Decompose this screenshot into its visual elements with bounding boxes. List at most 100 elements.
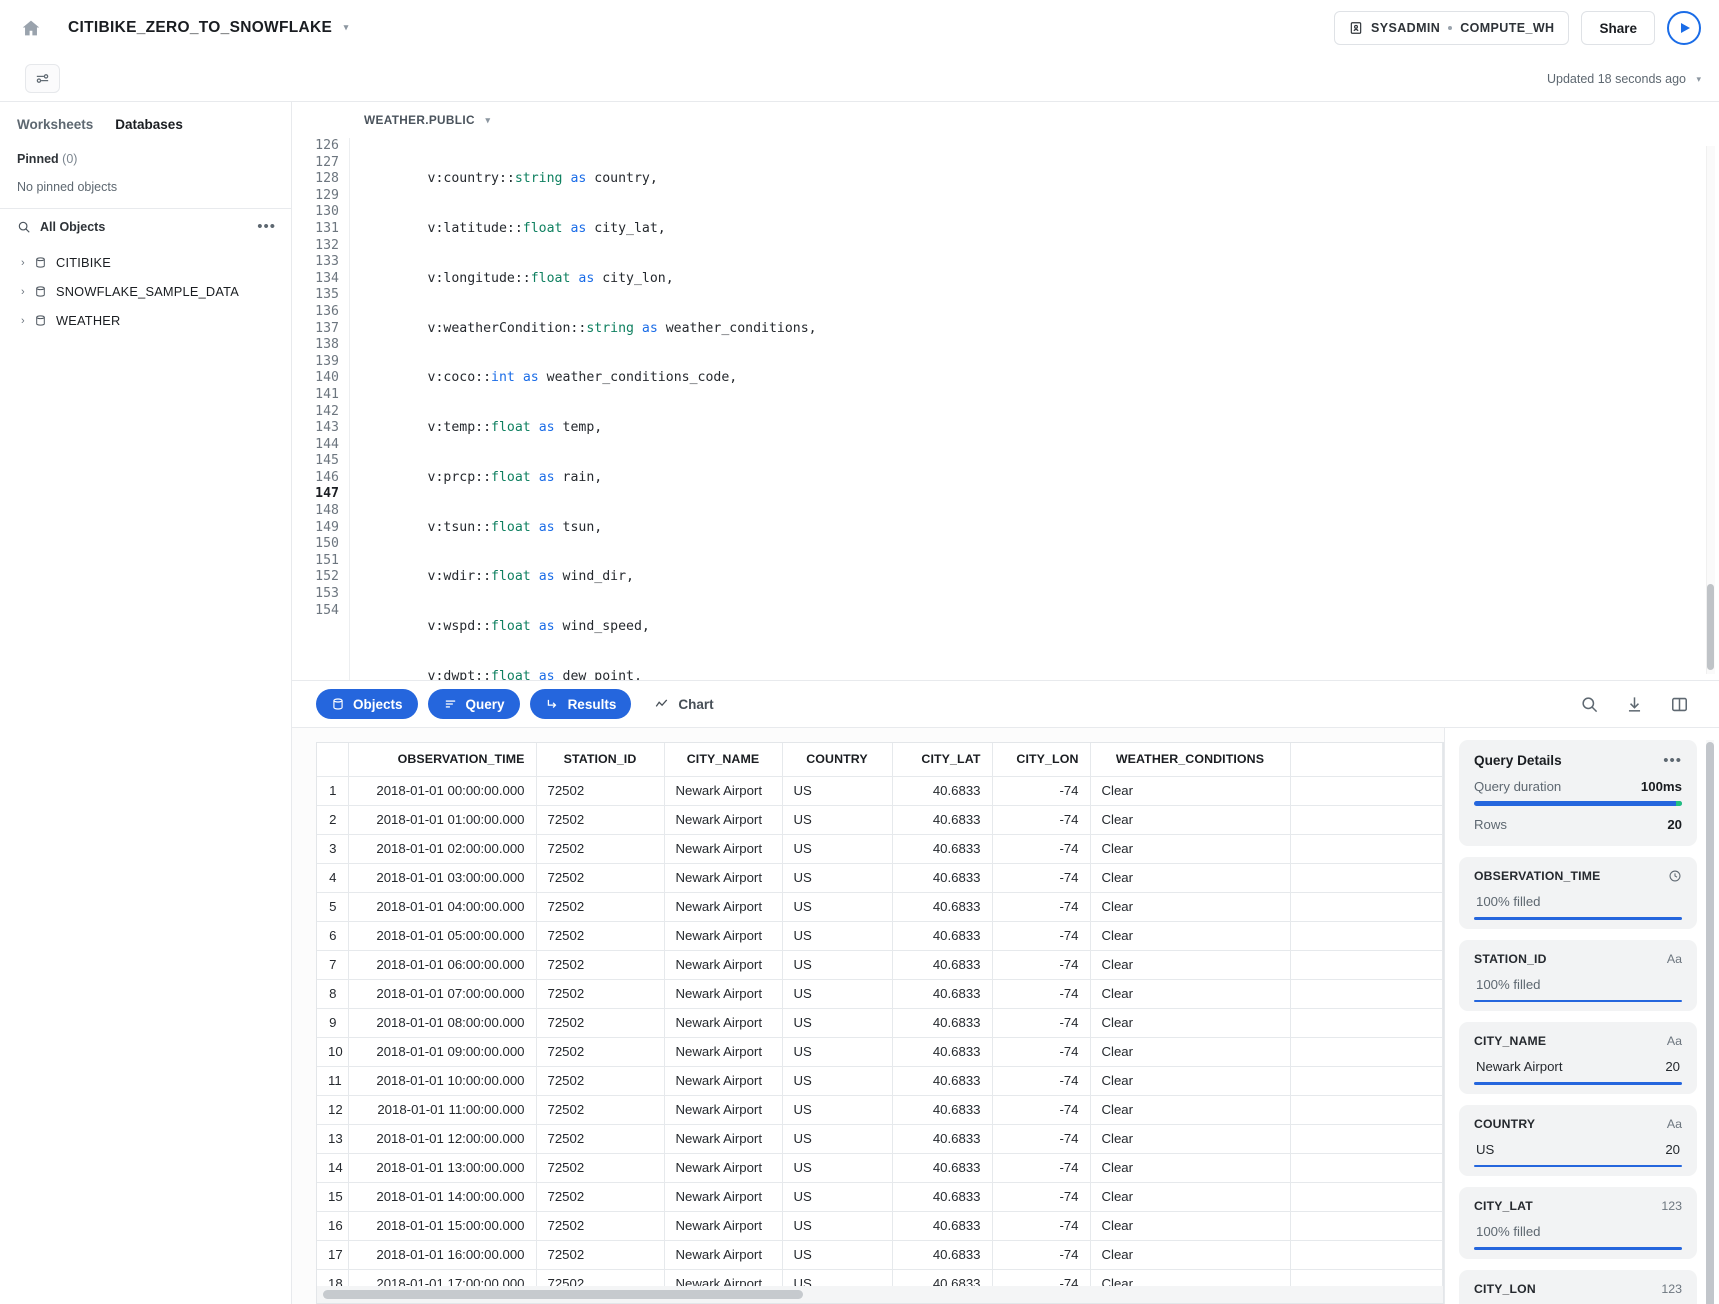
cell-weather-conditions[interactable]: Clear bbox=[1090, 950, 1291, 980]
cell-spacer[interactable] bbox=[1290, 950, 1443, 980]
cell-observation-time[interactable]: 2018-01-01 10:00:00.000 bbox=[348, 1066, 537, 1096]
cell-station-id[interactable]: 72502 bbox=[536, 1095, 665, 1125]
cell-spacer[interactable] bbox=[1290, 892, 1443, 922]
cell-observation-time[interactable]: 2018-01-01 00:00:00.000 bbox=[348, 776, 537, 806]
column-header-city-lon[interactable]: CITY_LON bbox=[992, 743, 1091, 777]
column-header-city-lat[interactable]: CITY_LAT bbox=[892, 743, 993, 777]
cell-idx[interactable]: 2 bbox=[317, 805, 349, 835]
cell-spacer[interactable] bbox=[1290, 1153, 1443, 1183]
cell-city-name[interactable]: Newark Airport bbox=[664, 1037, 783, 1067]
cell-weather-conditions[interactable]: Clear bbox=[1090, 1095, 1291, 1125]
cell-station-id[interactable]: 72502 bbox=[536, 1240, 665, 1270]
ellipsis-icon[interactable]: ••• bbox=[257, 219, 276, 234]
column-header-country[interactable]: COUNTRY bbox=[782, 743, 893, 777]
cell-weather-conditions[interactable]: Clear bbox=[1090, 1182, 1291, 1212]
table-row[interactable]: 10 2018-01-01 09:00:00.000 72502 Newark Air… bbox=[317, 1037, 1443, 1067]
panel-toggle-button[interactable] bbox=[25, 64, 60, 93]
cell-city-lat[interactable]: 40.6833 bbox=[892, 979, 993, 1009]
cell-city-name[interactable]: Newark Airport bbox=[664, 805, 783, 835]
cell-weather-conditions[interactable]: Clear bbox=[1090, 863, 1291, 893]
cell-weather-conditions[interactable]: Clear bbox=[1090, 979, 1291, 1009]
sidebar-item-citibike[interactable]: › CITIBIKE bbox=[0, 248, 291, 277]
cell-country[interactable]: US bbox=[782, 776, 893, 806]
editor-vertical-scrollbar[interactable] bbox=[1706, 146, 1715, 674]
cell-observation-time[interactable]: 2018-01-01 06:00:00.000 bbox=[348, 950, 537, 980]
table-row[interactable]: 9 2018-01-01 08:00:00.000 72502 Newark Airp… bbox=[317, 1008, 1443, 1038]
cell-station-id[interactable]: 72502 bbox=[536, 979, 665, 1009]
cell-weather-conditions[interactable]: Clear bbox=[1090, 1269, 1291, 1286]
sidebar-item-snowflake-sample-data[interactable]: › SNOWFLAKE_SAMPLE_DATA bbox=[0, 277, 291, 306]
context-selector[interactable]: SYSADMIN COMPUTE_WH bbox=[1334, 11, 1570, 45]
code-area[interactable]: 126 127 128 129 130 131 132 133 134 135 136 137 138 1… bbox=[292, 138, 1719, 680]
column-stat-card[interactable]: COUNTRY Aa US 20 bbox=[1459, 1104, 1697, 1176]
code-content[interactable]: v:country::string as country, v:latitude… bbox=[350, 138, 1719, 680]
cell-city-lon[interactable]: -74 bbox=[992, 1037, 1091, 1067]
cell-station-id[interactable]: 72502 bbox=[536, 892, 665, 922]
cell-idx[interactable]: 8 bbox=[317, 979, 349, 1009]
cell-city-name[interactable]: Newark Airport bbox=[664, 1182, 783, 1212]
tab-results[interactable]: Results bbox=[529, 689, 632, 719]
cell-spacer[interactable] bbox=[1290, 979, 1443, 1009]
schema-selector[interactable]: WEATHER.PUBLIC ▾ bbox=[364, 113, 490, 127]
cell-city-lat[interactable]: 40.6833 bbox=[892, 863, 993, 893]
cell-country[interactable]: US bbox=[782, 950, 893, 980]
cell-city-lat[interactable]: 40.6833 bbox=[892, 1182, 993, 1212]
table-row[interactable]: 14 2018-01-01 13:00:00.000 72502 Newark Air… bbox=[317, 1153, 1443, 1183]
split-pane-icon[interactable] bbox=[1670, 695, 1689, 714]
cell-city-lat[interactable]: 40.6833 bbox=[892, 1240, 993, 1270]
cell-city-lon[interactable]: -74 bbox=[992, 950, 1091, 980]
cell-spacer[interactable] bbox=[1290, 1211, 1443, 1241]
cell-idx[interactable]: 3 bbox=[317, 834, 349, 864]
cell-weather-conditions[interactable]: Clear bbox=[1090, 1240, 1291, 1270]
cell-idx[interactable]: 10 bbox=[317, 1037, 349, 1067]
cell-city-name[interactable]: Newark Airport bbox=[664, 921, 783, 951]
cell-city-name[interactable]: Newark Airport bbox=[664, 1269, 783, 1286]
cell-city-lon[interactable]: -74 bbox=[992, 863, 1091, 893]
cell-idx[interactable]: 14 bbox=[317, 1153, 349, 1183]
chevron-right-icon[interactable]: › bbox=[21, 286, 34, 298]
cell-observation-time[interactable]: 2018-01-01 17:00:00.000 bbox=[348, 1269, 537, 1286]
table-row[interactable]: 3 2018-01-01 02:00:00.000 72502 Newark Airp… bbox=[317, 834, 1443, 864]
cell-city-lat[interactable]: 40.6833 bbox=[892, 805, 993, 835]
cell-city-lon[interactable]: -74 bbox=[992, 1066, 1091, 1096]
cell-spacer[interactable] bbox=[1290, 1124, 1443, 1154]
cell-city-lon[interactable]: -74 bbox=[992, 1124, 1091, 1154]
cell-station-id[interactable]: 72502 bbox=[536, 950, 665, 980]
cell-spacer[interactable] bbox=[1290, 776, 1443, 806]
cell-observation-time[interactable]: 2018-01-01 16:00:00.000 bbox=[348, 1240, 537, 1270]
cell-observation-time[interactable]: 2018-01-01 05:00:00.000 bbox=[348, 921, 537, 951]
download-icon[interactable] bbox=[1625, 695, 1644, 714]
scrollbar-thumb[interactable] bbox=[1707, 584, 1714, 670]
cell-city-lat[interactable]: 40.6833 bbox=[892, 950, 993, 980]
search-icon[interactable] bbox=[17, 220, 31, 234]
cell-station-id[interactable]: 72502 bbox=[536, 805, 665, 835]
cell-city-name[interactable]: Newark Airport bbox=[664, 1095, 783, 1125]
cell-city-lat[interactable]: 40.6833 bbox=[892, 1153, 993, 1183]
cell-idx[interactable]: 7 bbox=[317, 950, 349, 980]
cell-idx[interactable]: 16 bbox=[317, 1211, 349, 1241]
column-header-weather-conditions[interactable]: WEATHER_CONDITIONS bbox=[1090, 743, 1291, 777]
table-row[interactable]: 16 2018-01-01 15:00:00.000 72502 Newark Air… bbox=[317, 1211, 1443, 1241]
cell-country[interactable]: US bbox=[782, 921, 893, 951]
cell-station-id[interactable]: 72502 bbox=[536, 1008, 665, 1038]
cell-weather-conditions[interactable]: Clear bbox=[1090, 1066, 1291, 1096]
cell-country[interactable]: US bbox=[782, 1153, 893, 1183]
cell-idx[interactable]: 18 bbox=[317, 1269, 349, 1286]
cell-spacer[interactable] bbox=[1290, 1269, 1443, 1286]
cell-station-id[interactable]: 72502 bbox=[536, 1211, 665, 1241]
cell-city-lat[interactable]: 40.6833 bbox=[892, 1269, 993, 1286]
chevron-right-icon[interactable]: › bbox=[21, 257, 34, 269]
cell-idx[interactable]: 6 bbox=[317, 921, 349, 951]
sidebar-item-weather[interactable]: › WEATHER bbox=[0, 306, 291, 335]
cell-city-lat[interactable]: 40.6833 bbox=[892, 1066, 993, 1096]
cell-observation-time[interactable]: 2018-01-01 03:00:00.000 bbox=[348, 863, 537, 893]
tab-objects[interactable]: Objects bbox=[316, 689, 418, 719]
cell-weather-conditions[interactable]: Clear bbox=[1090, 834, 1291, 864]
cell-idx[interactable]: 17 bbox=[317, 1240, 349, 1270]
cell-city-lon[interactable]: -74 bbox=[992, 1269, 1091, 1286]
table-row[interactable]: 13 2018-01-01 12:00:00.000 72502 Newark Air… bbox=[317, 1124, 1443, 1154]
cell-city-name[interactable]: Newark Airport bbox=[664, 834, 783, 864]
table-row[interactable]: 11 2018-01-01 10:00:00.000 72502 Newark Air… bbox=[317, 1066, 1443, 1096]
cell-country[interactable]: US bbox=[782, 1095, 893, 1125]
table-row[interactable]: 12 2018-01-01 11:00:00.000 72502 Newark Air… bbox=[317, 1095, 1443, 1125]
